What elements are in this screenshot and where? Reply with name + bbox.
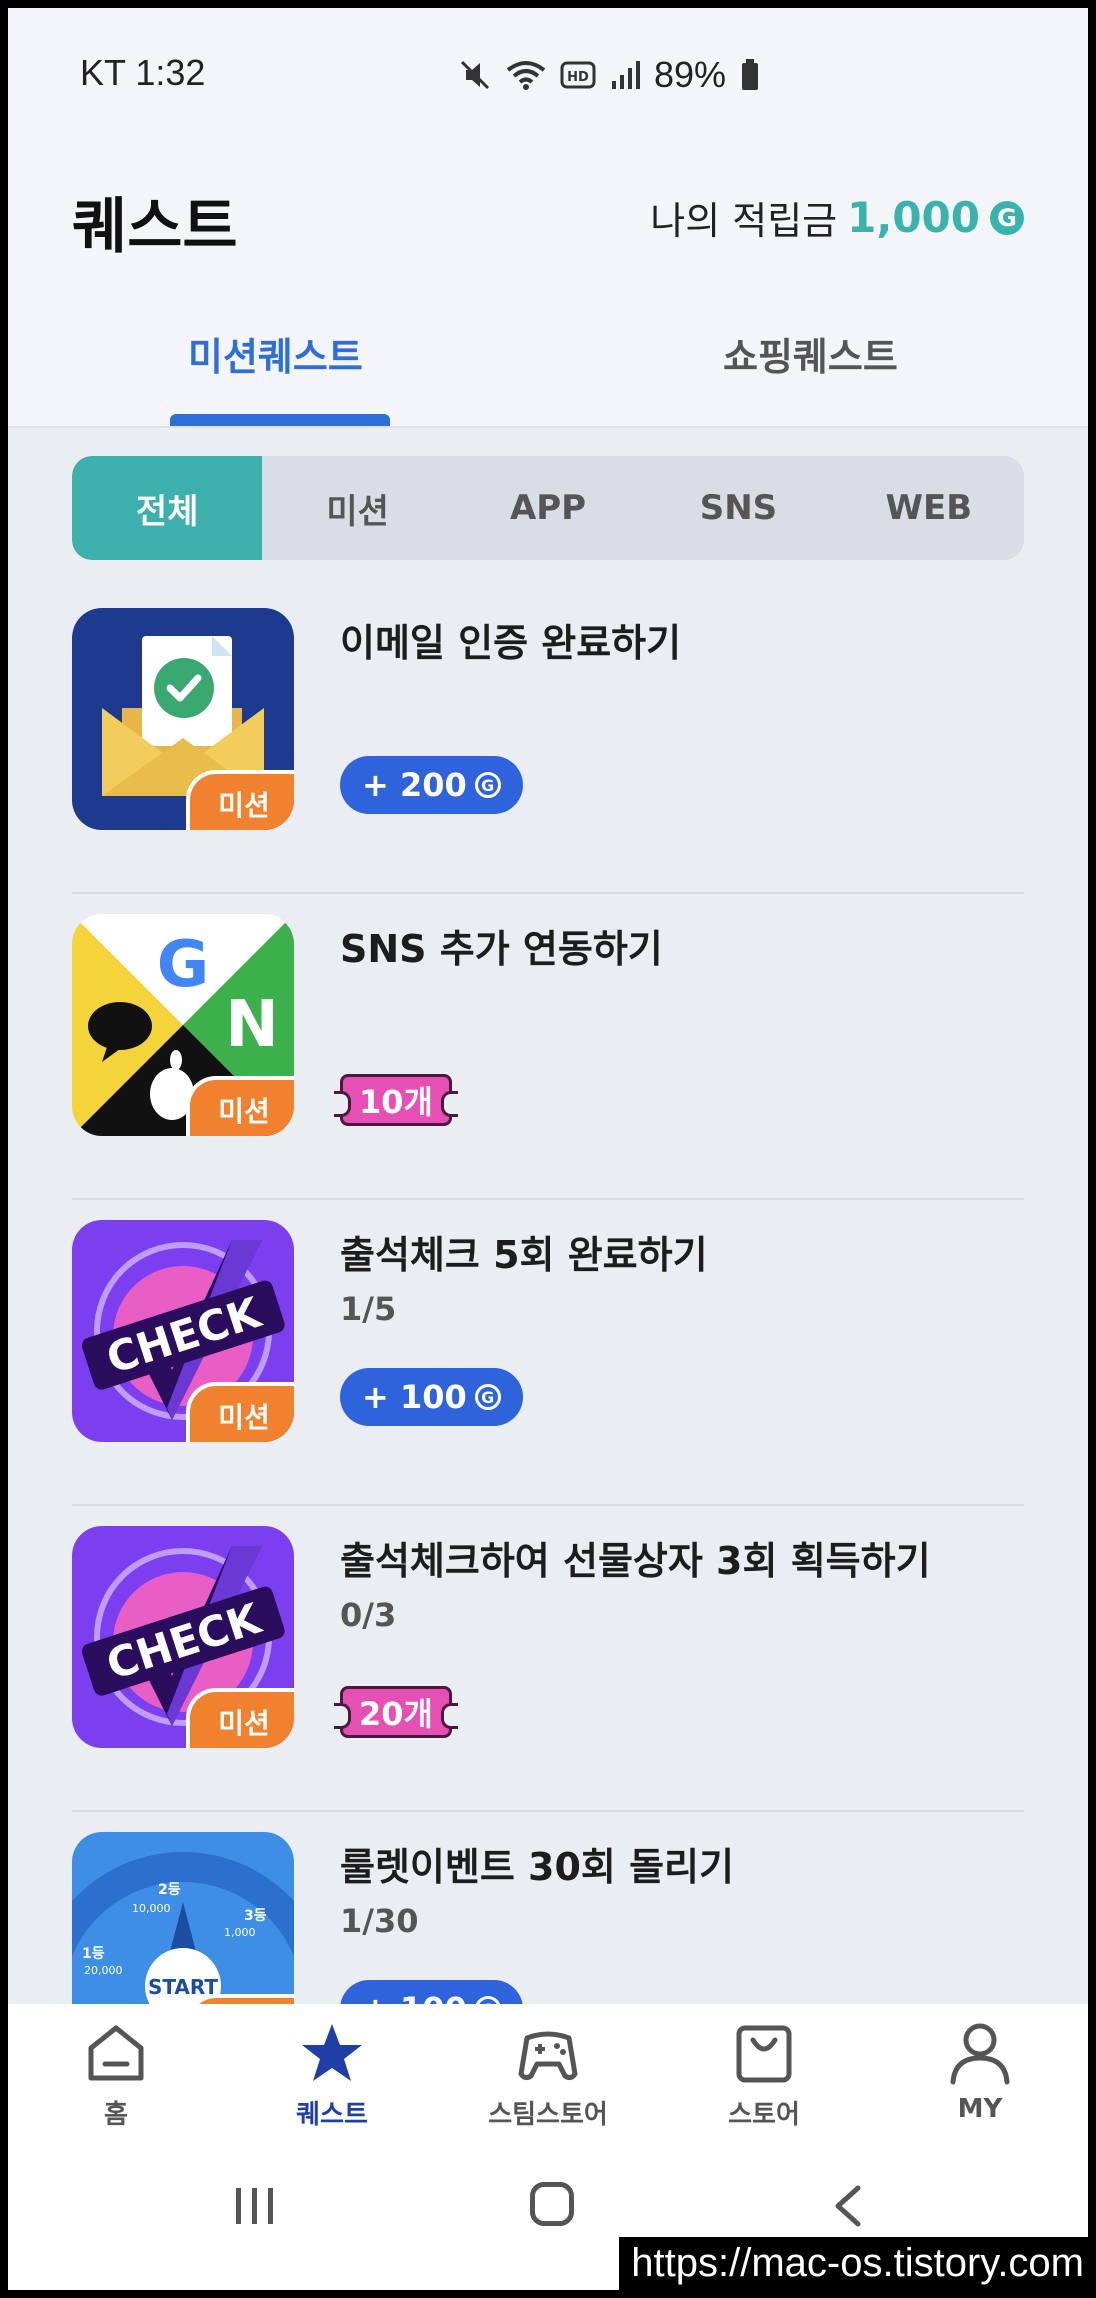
quest-title: 출석체크 5회 완료하기 <box>340 1233 708 1277</box>
nav-home[interactable]: 홈 <box>8 2004 224 2144</box>
bottom-nav: 홈 퀘스트 스팀스토어 스토어 MY <box>8 2004 1088 2144</box>
nav-steam-store[interactable]: 스팀스토어 <box>440 2004 656 2144</box>
roulette-first-value: 20,000 <box>84 1964 123 1977</box>
sns-link-icon: G N 미션 <box>72 914 294 1136</box>
reward-pill: + 100 G <box>340 1368 523 1426</box>
check-icon: CHECK 미션 <box>72 1526 294 1748</box>
page-title: 퀘스트 <box>72 192 238 262</box>
quest-tabs: 미션퀘스트 쇼핑퀘스트 <box>8 298 1088 428</box>
coin-icon: G <box>474 772 501 798</box>
reward-amount: + 200 <box>362 766 467 804</box>
active-tab-indicator <box>170 414 390 426</box>
tab-mission-quest[interactable]: 미션퀘스트 <box>188 326 363 381</box>
roulette-third: 3등 <box>244 1908 267 1924</box>
nav-label: 스토어 <box>728 2100 800 2130</box>
filter-all[interactable]: 전체 <box>72 456 263 560</box>
quest-item[interactable]: 미션 이메일 인증 완료하기 + 200 G <box>72 588 1024 894</box>
svg-text:N: N <box>225 988 279 1062</box>
app-screen: KT 1:32 HD 89% 퀘스트 나의 적립금 1,000 G 미션퀘스트 … <box>8 8 1088 2290</box>
quest-title: 이메일 인증 완료하기 <box>340 621 682 665</box>
shopping-bag-icon <box>736 2025 792 2083</box>
home-button-icon[interactable] <box>530 2182 574 2226</box>
roulette-second-value: 10,000 <box>132 1902 171 1915</box>
hd-icon: HD <box>560 61 596 89</box>
quest-item[interactable]: G N 미션 SNS 추가 연동하기 10개 <box>72 894 1024 1200</box>
gamepad-icon <box>518 2031 578 2081</box>
svg-text:HD: HD <box>567 70 589 85</box>
filter-mission[interactable]: 미션 <box>262 456 452 560</box>
coin-icon: G <box>990 200 1024 235</box>
check-icon: CHECK 미션 <box>72 1220 294 1442</box>
filter-web[interactable]: WEB <box>834 456 1024 560</box>
ticket-reward: 20개 <box>334 1686 458 1738</box>
header: 퀘스트 나의 적립금 1,000 G <box>8 138 1088 298</box>
star-icon <box>302 2024 362 2081</box>
mission-badge: 미션 <box>186 1688 294 1748</box>
carrier-time: KT 1:32 <box>80 52 206 93</box>
svg-text:G: G <box>157 928 210 1002</box>
coin-icon: G <box>474 1384 501 1410</box>
nav-store[interactable]: 스토어 <box>656 2004 872 2144</box>
reward-amount: + 100 <box>362 1378 467 1416</box>
filter-bar: 전체 미션 APP SNS WEB <box>72 456 1024 560</box>
points-label: 나의 적립금 <box>650 199 838 243</box>
watermark: https://mac-os.tistory.com <box>619 2237 1088 2290</box>
nav-label: MY <box>957 2094 1003 2124</box>
system-nav-bar: https://mac-os.tistory.com <box>8 2144 1088 2290</box>
person-icon <box>950 2023 1010 2085</box>
quest-title: 룰렛이벤트 30회 돌리기 <box>340 1845 734 1889</box>
signal-icon <box>612 61 640 89</box>
battery-icon <box>742 59 759 90</box>
recent-apps-icon[interactable] <box>234 2188 276 2224</box>
filter-app[interactable]: APP <box>453 456 643 560</box>
status-icons: HD 89% <box>458 52 760 98</box>
points-value: 1,000 <box>847 193 980 242</box>
points-summary[interactable]: 나의 적립금 1,000 G <box>650 190 1024 245</box>
quest-item[interactable]: CHECK 미션 출석체크하여 선물상자 3회 획득하기 0/3 20개 <box>72 1506 1024 1812</box>
quest-item[interactable]: CHECK 미션 출석체크 5회 완료하기 1/5 + 100 G <box>72 1200 1024 1506</box>
ticket-reward: 10개 <box>334 1074 458 1126</box>
nav-my[interactable]: MY <box>872 2004 1088 2144</box>
email-verify-icon: 미션 <box>72 608 294 830</box>
quest-list: 미션 이메일 인증 완료하기 + 200 G G N 미션 SNS 추가 연동하… <box>72 588 1024 2118</box>
battery-percent: 89% <box>654 54 727 95</box>
roulette-first: 1등 <box>82 1946 105 1962</box>
filter-sns[interactable]: SNS <box>643 456 833 560</box>
roulette-third-value: 1,000 <box>224 1926 256 1939</box>
nav-label: 홈 <box>104 2100 128 2130</box>
mission-badge: 미션 <box>186 1382 294 1442</box>
home-icon <box>88 2025 144 2081</box>
status-bar: KT 1:32 HD 89% <box>8 8 1088 138</box>
reward-pill: + 200 G <box>340 756 523 814</box>
back-icon[interactable] <box>828 2184 868 2228</box>
mission-badge: 미션 <box>186 1076 294 1136</box>
quest-title: SNS 추가 연동하기 <box>340 927 663 971</box>
roulette-second: 2등 <box>158 1882 181 1898</box>
nav-label: 스팀스토어 <box>488 2100 608 2130</box>
wifi-icon <box>506 61 546 90</box>
nav-label: 퀘스트 <box>296 2100 368 2130</box>
quest-progress: 1/30 <box>340 1902 419 1940</box>
quest-title: 출석체크하여 선물상자 3회 획득하기 <box>340 1539 931 1583</box>
mission-badge: 미션 <box>186 770 294 830</box>
quest-progress: 0/3 <box>340 1596 397 1634</box>
quest-progress: 1/5 <box>340 1290 397 1328</box>
tab-shopping-quest[interactable]: 쇼핑퀘스트 <box>723 326 898 381</box>
mute-icon <box>460 60 490 90</box>
nav-quest[interactable]: 퀘스트 <box>224 2004 440 2144</box>
